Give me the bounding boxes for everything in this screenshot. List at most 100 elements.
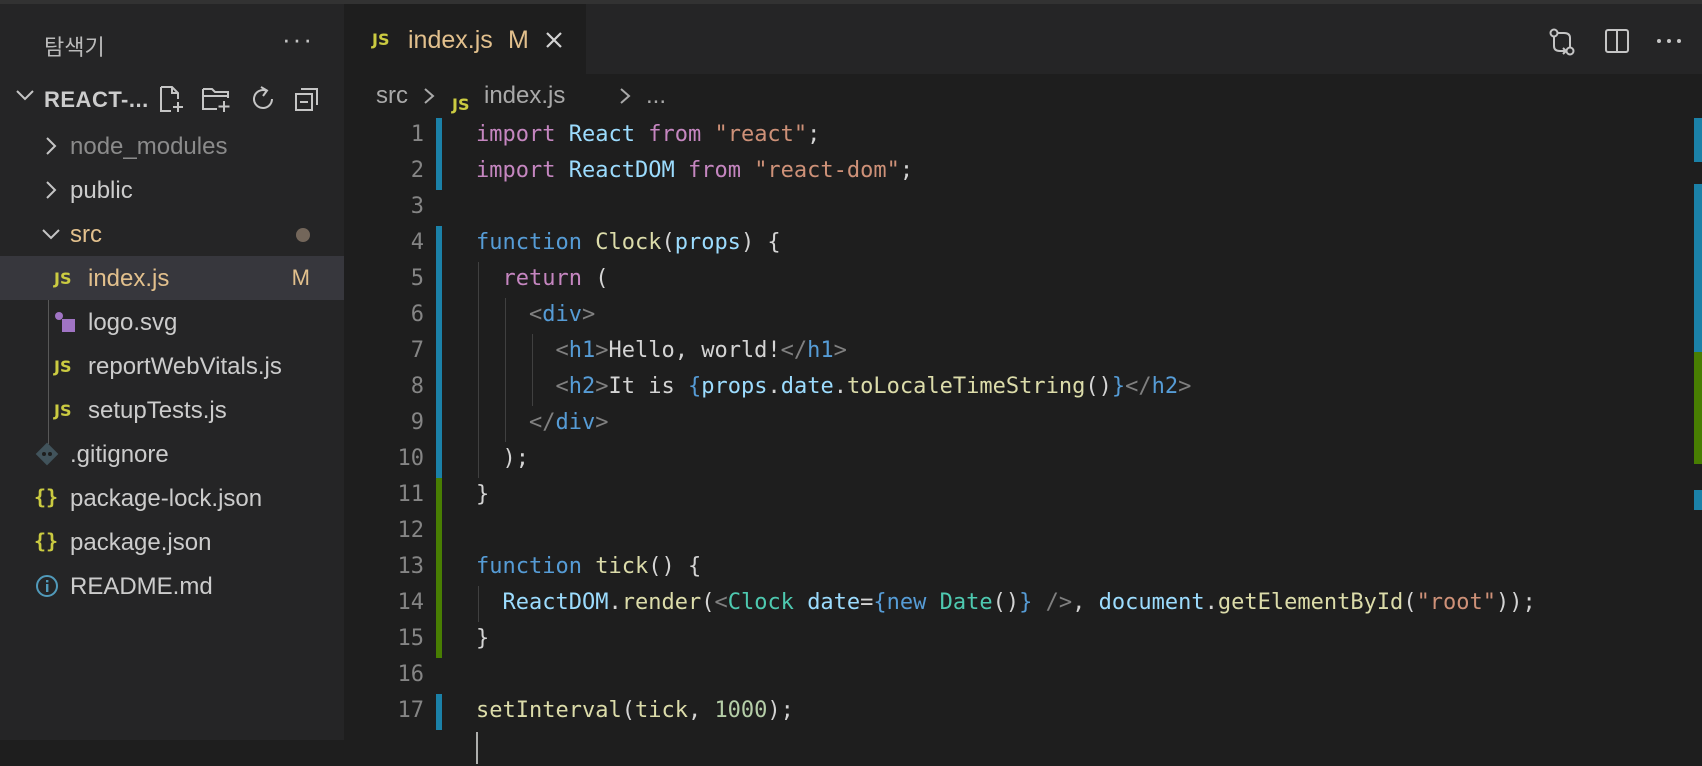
code-line: 16 (344, 658, 1684, 694)
code-text: } (476, 482, 490, 507)
line-number: 11 (397, 482, 425, 507)
modified-gutter-marker (436, 694, 442, 730)
info-file-icon (36, 575, 58, 597)
tab-bar: JS index.js M (344, 0, 1702, 74)
js-file-icon: JS (54, 357, 72, 376)
tree-item-package-json[interactable]: {} package.json (0, 520, 344, 564)
added-gutter-marker (436, 586, 442, 622)
tree-item-label: reportWebVitals.js (88, 353, 282, 380)
tree-item-label: package.json (70, 529, 212, 556)
code-text: return ( (502, 266, 609, 291)
code-line: 2 import ReactDOM from "react-dom"; (344, 154, 1684, 190)
tree-item-public[interactable]: public (0, 168, 344, 212)
vscode-window: 탐색기 ··· REACT-... node_modules public sr… (0, 0, 1702, 764)
code-line: 14 ReactDOM.render(<Clock date={new Date… (344, 586, 1684, 622)
modified-gutter-marker (436, 262, 442, 298)
more-actions-icon[interactable]: ··· (282, 24, 314, 55)
tree-item-logo-svg[interactable]: logo.svg (0, 300, 344, 344)
added-gutter-marker (436, 478, 442, 514)
modified-gutter-marker (436, 370, 442, 406)
code-text: import ReactDOM from "react-dom"; (476, 158, 914, 183)
code-line: 7 <h1>Hello, world!</h1> (344, 334, 1684, 370)
code-text: <div> (528, 302, 596, 327)
code-line (344, 730, 1684, 766)
chevron-down-icon (16, 90, 34, 101)
line-number: 10 (397, 446, 425, 471)
code-line: 9 </div> (344, 406, 1684, 442)
breadcrumb-folder[interactable]: src (376, 82, 408, 110)
close-icon[interactable] (544, 30, 564, 50)
git-modified-badge: M (291, 265, 310, 290)
tree-item-src[interactable]: src (0, 212, 344, 256)
git-modified-badge: M (508, 26, 529, 54)
line-number: 8 (410, 374, 424, 399)
code-line: 10 ); (344, 442, 1684, 478)
breadcrumb-file[interactable]: index.js (484, 82, 565, 110)
line-number: 17 (397, 698, 425, 723)
code-line: 17 setInterval(tick, 1000); (344, 694, 1684, 730)
tree-item-readme[interactable]: README.md (0, 564, 344, 608)
code-line: 1 import React from "react"; (344, 118, 1684, 154)
line-number: 16 (397, 662, 425, 687)
code-line: 6 <div> (344, 298, 1684, 334)
tree-item-index-js[interactable]: JS index.js M (0, 256, 344, 300)
tab-index-js[interactable]: JS index.js M (344, 4, 586, 74)
tree-item-report-web-vitals[interactable]: JS reportWebVitals.js (0, 344, 344, 388)
json-file-icon: {} (34, 485, 59, 509)
tree-item-label: setupTests.js (88, 397, 227, 424)
code-line: 4 function Clock(props) { (344, 226, 1684, 262)
tree-item-label: logo.svg (88, 309, 178, 336)
overview-ruler[interactable] (1688, 118, 1702, 740)
tree-item-label: .gitignore (70, 441, 169, 468)
more-actions-icon[interactable] (1654, 26, 1684, 56)
tree-item-label: index.js (88, 265, 170, 292)
tree-item-package-lock[interactable]: {} package-lock.json (0, 476, 344, 520)
json-file-icon: {} (34, 529, 59, 553)
chevron-right-icon (46, 181, 57, 199)
modified-gutter-marker (436, 406, 442, 442)
tree-item-setup-tests[interactable]: JS setupTests.js (0, 388, 344, 432)
new-folder-icon[interactable] (200, 84, 232, 114)
ruler-mark (1694, 118, 1702, 162)
tree-item-label: node_modules (70, 133, 228, 160)
code-line: 15 } (344, 622, 1684, 658)
code-text: <h1>Hello, world!</h1> (555, 338, 847, 363)
new-file-icon[interactable] (156, 84, 186, 114)
workspace-folder-header[interactable]: REACT-... (0, 78, 344, 122)
modified-gutter-marker (436, 118, 442, 154)
line-number: 2 (410, 158, 424, 183)
svg-file-icon (55, 312, 75, 332)
code-text: import React from "react"; (476, 122, 821, 147)
compare-changes-icon[interactable] (1546, 26, 1578, 58)
code-text: setInterval(tick, 1000); (476, 698, 794, 723)
code-line: 12 (344, 514, 1684, 550)
ruler-mark (1694, 352, 1702, 464)
tab-label: index.js (408, 26, 493, 54)
line-number: 3 (410, 194, 424, 219)
ruler-mark (1694, 490, 1702, 510)
refresh-icon[interactable] (248, 84, 278, 114)
tree-item-gitignore[interactable]: .gitignore (0, 432, 344, 476)
collapse-all-icon[interactable] (292, 84, 322, 114)
added-gutter-marker (436, 622, 442, 658)
tree-item-label: src (70, 221, 102, 248)
code-text: function Clock(props) { (476, 230, 781, 255)
code-text: <h2>It is {props.date.toLocaleTimeString… (555, 374, 1192, 399)
modified-gutter-marker (436, 442, 442, 478)
added-gutter-marker (436, 550, 442, 586)
breadcrumb-symbol[interactable]: ... (646, 82, 666, 110)
code-line: 11 } (344, 478, 1684, 514)
git-file-icon (35, 442, 59, 466)
ruler-mark (1694, 184, 1702, 352)
js-file-icon: JS (372, 30, 390, 49)
line-number: 14 (397, 590, 425, 615)
line-number: 15 (397, 626, 425, 651)
line-number: 6 (410, 302, 424, 327)
chevron-right-icon (46, 137, 57, 155)
code-text: ReactDOM.render(<Clock date={new Date()}… (502, 590, 1536, 615)
tree-item-node-modules[interactable]: node_modules (0, 124, 344, 168)
code-line: 3 (344, 190, 1684, 226)
tree-item-label: public (70, 177, 133, 204)
split-editor-icon[interactable] (1602, 26, 1632, 56)
code-text: ); (476, 446, 529, 471)
